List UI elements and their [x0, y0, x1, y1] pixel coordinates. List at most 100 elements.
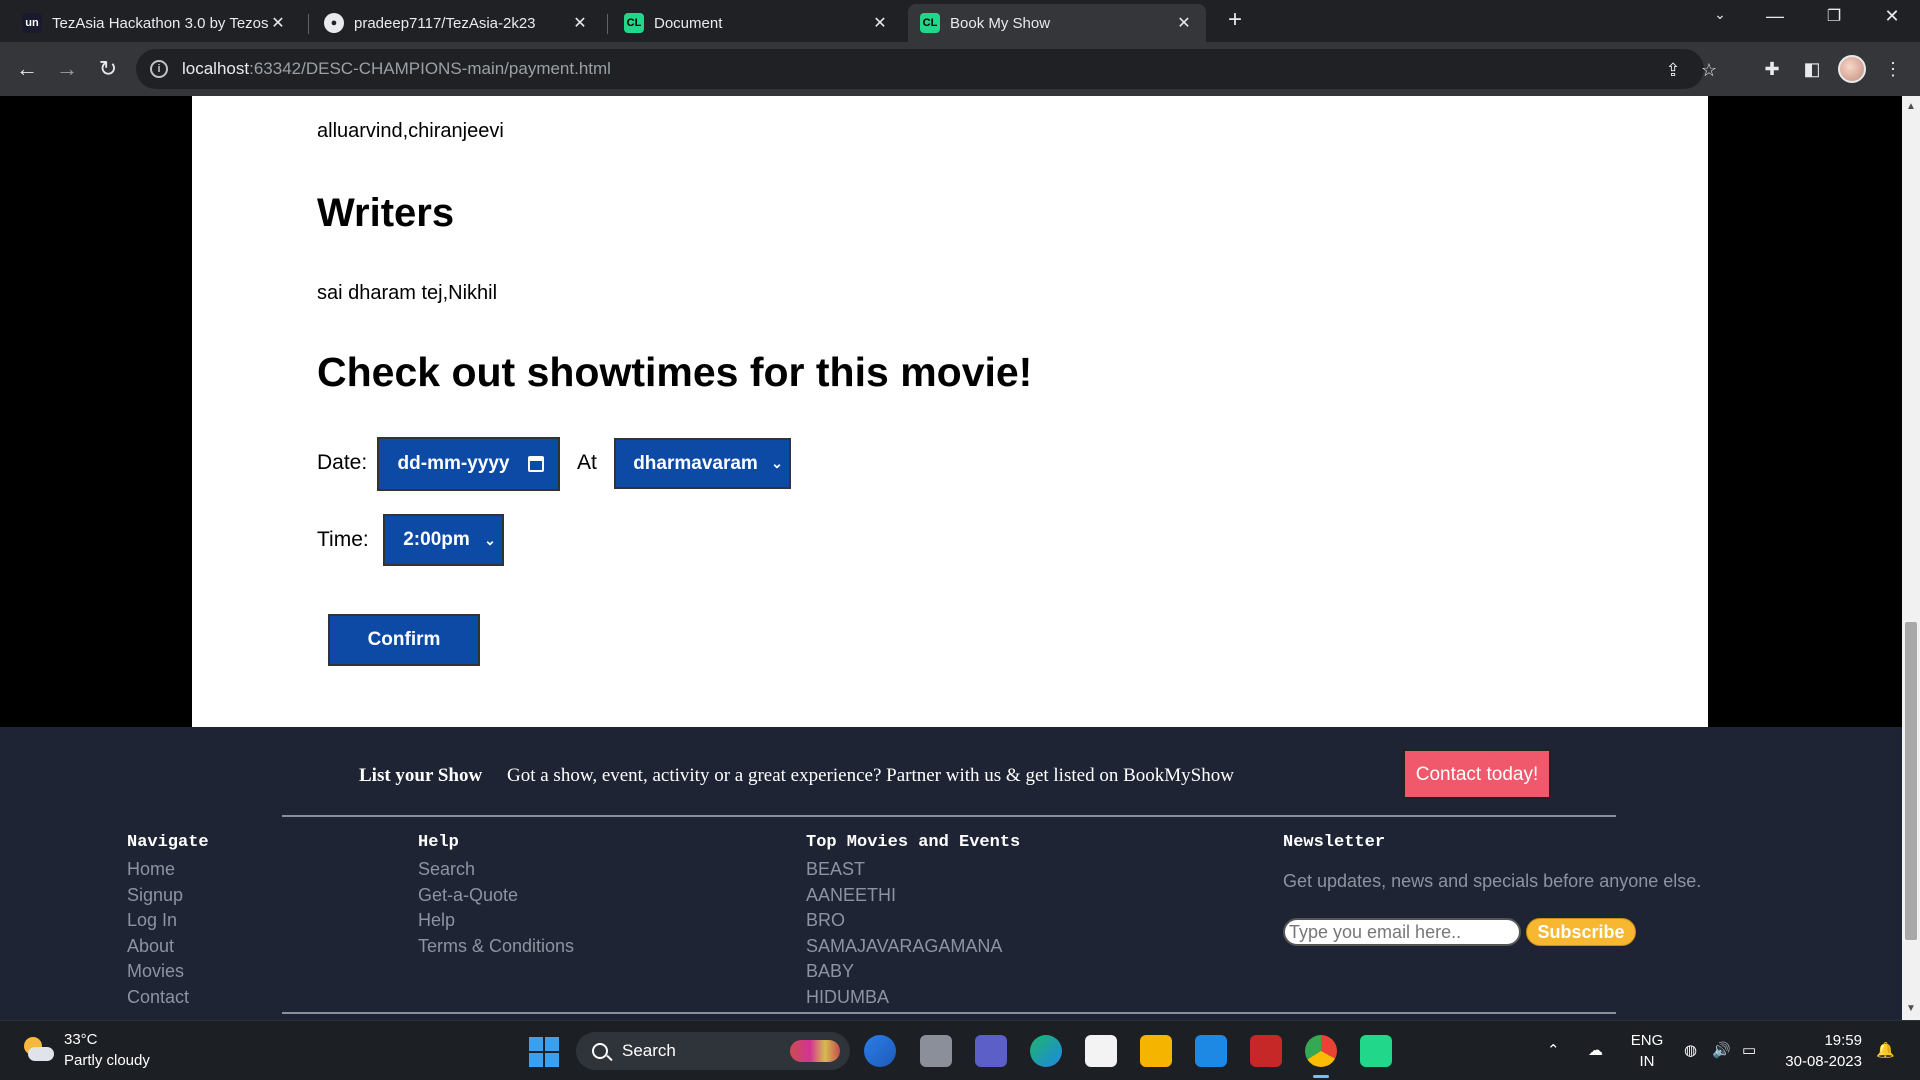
- forward-arrow-icon[interactable]: →: [50, 52, 84, 86]
- tab-book-my-show[interactable]: CL Book My Show ✕: [908, 4, 1206, 42]
- notifications-bell-icon[interactable]: 🔔: [1876, 1041, 1895, 1059]
- footer-link-login[interactable]: Log In: [127, 908, 189, 934]
- tab-document[interactable]: CL Document ✕: [612, 4, 902, 42]
- tab-title: Book My Show: [950, 14, 1051, 32]
- teams-icon[interactable]: [975, 1035, 1007, 1067]
- restore-button[interactable]: ❐: [1814, 6, 1854, 26]
- chrome-icon[interactable]: [1305, 1035, 1337, 1067]
- mcafee-icon[interactable]: [1250, 1035, 1282, 1067]
- footer-link-movie[interactable]: SAMAJAVARAGAMANA: [806, 934, 1002, 960]
- contact-today-button[interactable]: Contact today!: [1403, 749, 1551, 799]
- page-scrollbar[interactable]: ▲ ▼: [1902, 96, 1920, 1020]
- footer-link-contact[interactable]: Contact: [127, 985, 189, 1011]
- clion-icon[interactable]: [1360, 1035, 1392, 1067]
- help-heading: Help: [418, 833, 459, 852]
- list-your-show-title: List your Show: [359, 765, 483, 786]
- browser-tab-bar: un TezAsia Hackathon 3.0 by Tezos I ✕ ● …: [0, 0, 1920, 42]
- close-icon[interactable]: ✕: [570, 13, 590, 33]
- search-icon: [592, 1043, 608, 1059]
- profile-avatar[interactable]: [1838, 55, 1866, 83]
- clion-icon: CL: [920, 13, 940, 33]
- scrollbar-thumb[interactable]: [1905, 622, 1917, 940]
- footer-link-terms[interactable]: Terms & Conditions: [418, 934, 574, 960]
- location-value: dharmavaram: [633, 452, 758, 474]
- footer-link-signup[interactable]: Signup: [127, 883, 189, 909]
- newsletter-description: Get updates, news and specials before an…: [1283, 871, 1702, 891]
- site-footer: List your Show Got a show, event, activi…: [0, 727, 1902, 1020]
- time-label: Time:: [317, 528, 369, 551]
- calendar-icon[interactable]: [528, 456, 544, 472]
- footer-link-about[interactable]: About: [127, 934, 189, 960]
- confirm-payment-button[interactable]: Confirm Payment: [328, 614, 480, 698]
- store-icon[interactable]: [1085, 1035, 1117, 1067]
- weather-partly-cloudy-icon[interactable]: [20, 1035, 54, 1065]
- tab-tezasia[interactable]: un TezAsia Hackathon 3.0 by Tezos I ✕: [10, 4, 300, 42]
- footer-link-home[interactable]: Home: [127, 857, 189, 883]
- extensions-puzzle-icon[interactable]: ✚: [1755, 52, 1789, 86]
- taskbar-search-box[interactable]: Search: [576, 1032, 850, 1070]
- share-icon[interactable]: ⇪: [1662, 59, 1684, 81]
- subscribe-button[interactable]: Subscribe: [1526, 918, 1636, 946]
- time-value: 2:00pm: [403, 529, 470, 550]
- location-select[interactable]: dharmavaram ⌄: [614, 438, 791, 489]
- weather-condition[interactable]: Partly cloudy: [64, 1052, 150, 1069]
- footer-link-movies[interactable]: Movies: [127, 959, 189, 985]
- windows-start-icon[interactable]: [529, 1037, 559, 1067]
- newsletter-email-input[interactable]: Type you email here..: [1283, 918, 1521, 946]
- time-select[interactable]: 2:00pm ⌄: [383, 514, 504, 566]
- footer-link-movie[interactable]: BABY: [806, 959, 1002, 985]
- footer-link-movie[interactable]: AANEETHI: [806, 883, 1002, 909]
- file-explorer-icon[interactable]: [1140, 1035, 1172, 1067]
- edge-dev-icon[interactable]: [864, 1035, 896, 1067]
- bookmark-star-icon[interactable]: ☆: [1698, 59, 1720, 81]
- weather-temperature[interactable]: 33°C: [64, 1031, 98, 1048]
- at-label: At: [577, 451, 597, 474]
- chevron-up-icon[interactable]: ⌃: [1547, 1041, 1560, 1059]
- info-icon[interactable]: i: [150, 60, 168, 78]
- network-icon[interactable]: ◍: [1684, 1041, 1697, 1059]
- footer-link-help[interactable]: Help: [418, 908, 574, 934]
- newsletter-heading: Newsletter: [1283, 833, 1386, 852]
- close-icon[interactable]: ✕: [870, 13, 890, 33]
- menu-kebab-icon[interactable]: ⋮: [1876, 52, 1910, 86]
- tab-github[interactable]: ● pradeep7117/TezAsia-2k23 ✕: [312, 4, 602, 42]
- side-panel-icon[interactable]: ◧: [1795, 52, 1829, 86]
- window-close-button[interactable]: ✕: [1872, 6, 1912, 27]
- scroll-up-icon[interactable]: ▲: [1902, 98, 1920, 116]
- footer-link-movie[interactable]: BEAST: [806, 857, 1002, 883]
- date-placeholder: dd-mm-yyyy: [397, 453, 510, 474]
- task-view-icon[interactable]: [920, 1035, 952, 1067]
- back-arrow-icon[interactable]: ←: [10, 52, 44, 86]
- close-icon[interactable]: ✕: [268, 13, 288, 33]
- top-movies-list: BEAST AANEETHI BRO SAMAJAVARAGAMANA BABY…: [806, 857, 1002, 1010]
- battery-icon[interactable]: ▭: [1742, 1041, 1756, 1059]
- scroll-down-icon[interactable]: ▼: [1902, 1000, 1920, 1018]
- footer-link-movie[interactable]: HIDUMBA: [806, 985, 1002, 1011]
- footer-link-search[interactable]: Search: [418, 857, 574, 883]
- tab-search-icon[interactable]: ⌄: [1700, 6, 1740, 23]
- reload-icon[interactable]: ↻: [91, 52, 125, 86]
- tab-title: pradeep7117/TezAsia-2k23: [354, 14, 536, 32]
- tab-separator: [607, 14, 608, 34]
- url-text: localhost:63342/DESC-CHAMPIONS-main/paym…: [182, 59, 611, 78]
- footer-link-movie[interactable]: BRO: [806, 908, 1002, 934]
- new-tab-button[interactable]: +: [1222, 8, 1248, 34]
- cast-text: alluarvind,chiranjeevi: [317, 120, 504, 142]
- l-app-icon[interactable]: [1195, 1035, 1227, 1067]
- volume-icon[interactable]: 🔊: [1712, 1041, 1731, 1059]
- browser-toolbar: ← → ↻ i localhost:63342/DESC-CHAMPIONS-m…: [0, 42, 1920, 96]
- close-icon[interactable]: ✕: [1174, 13, 1194, 33]
- writers-text: sai dharam tej,Nikhil: [317, 282, 498, 304]
- address-bar[interactable]: i localhost:63342/DESC-CHAMPIONS-main/pa…: [136, 49, 1717, 89]
- footer-divider: [282, 1012, 1616, 1014]
- date-input[interactable]: dd-mm-yyyy: [377, 437, 560, 491]
- system-clock[interactable]: 19:59 30-08-2023: [1778, 1030, 1862, 1072]
- onedrive-offline-icon[interactable]: ☁: [1588, 1041, 1603, 1059]
- language-indicator[interactable]: ENG IN: [1630, 1030, 1664, 1072]
- minimize-button[interactable]: —: [1755, 6, 1795, 27]
- unstop-favicon-icon: un: [22, 13, 42, 33]
- help-list: Search Get-a-Quote Help Terms & Conditio…: [418, 857, 574, 959]
- footer-link-quote[interactable]: Get-a-Quote: [418, 883, 574, 909]
- tab-title: Document: [654, 14, 723, 32]
- edge-icon[interactable]: [1030, 1035, 1062, 1067]
